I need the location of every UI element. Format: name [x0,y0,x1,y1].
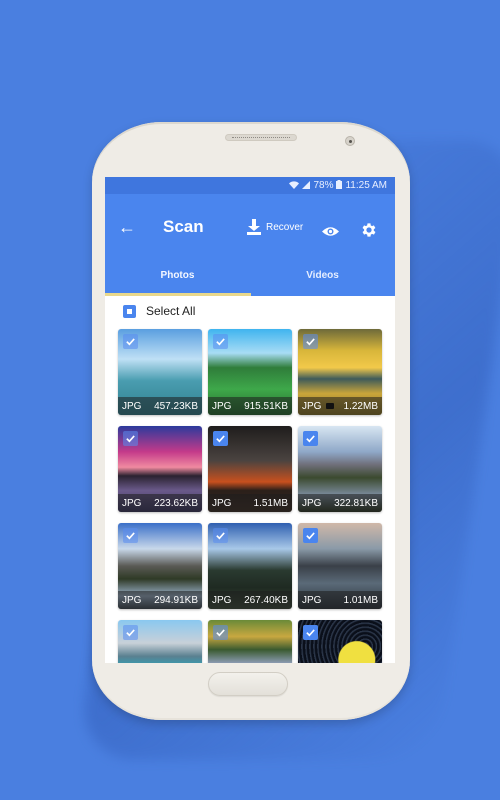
photo-thumbnail[interactable]: JPG 267.40KB [208,523,292,609]
photo-info-bar: JPG 457.23KB [118,397,202,415]
photo-info-bar: JPG 1.51MB [208,494,292,512]
photo-size-text: 294.91KB [154,594,198,606]
photo-checkbox[interactable] [213,431,228,446]
photo-size: 1.22MB [325,400,378,412]
photo-type: JPG [212,497,232,509]
battery-icon [336,180,343,191]
photo-size-text: 1.22MB [343,400,378,412]
tab-videos[interactable]: Videos [250,260,395,296]
photo-thumbnail[interactable]: JPG 322.81KB [298,426,382,512]
wifi-icon [289,180,300,191]
page-title: Scan [163,217,204,236]
tab-bar: Photos Videos [105,260,395,296]
photo-size: 915.51KB [244,401,288,412]
photo-thumbnail[interactable]: JPG 294.91KB [118,523,202,609]
photo-size: 457.23KB [154,401,198,412]
photo-size-text: 1.01MB [343,594,378,606]
photo-size: 1.01MB [344,595,378,606]
photo-checkbox[interactable] [213,334,228,349]
photo-checkbox[interactable] [213,528,228,543]
photo-checkbox[interactable] [123,528,138,543]
photo-thumbnail[interactable]: JPG 1.51MB [208,426,292,512]
clock: 11:25 AM [345,180,387,191]
photo-thumbnail[interactable] [208,620,292,663]
photo-type: JPG [302,497,322,509]
photo-type: JPG [122,497,142,509]
photo-thumbnail[interactable]: JPG 1.01MB [298,523,382,609]
phone-speaker [225,134,297,141]
tab-photos[interactable]: Photos [105,260,250,296]
photo-thumbnail[interactable] [298,620,382,663]
recover-label: Recover [266,221,304,233]
download-icon [247,219,261,235]
photo-info-bar: JPG 294.91KB [118,591,202,609]
photo-size-text: 915.51KB [244,400,288,412]
photo-checkbox[interactable] [303,334,318,349]
photo-size-text: 267.40KB [244,594,288,606]
photo-size: 322.81KB [334,498,378,509]
photo-size-text: 1.51MB [253,497,288,509]
front-camera [345,136,355,146]
app-bar: ← Scan Recover [105,194,395,260]
photo-size: 1.51MB [254,498,288,509]
photo-grid: JPG 457.23KB JPG 915.51KB JPG 1.22MB JPG 223.62… [105,326,395,663]
gear-icon[interactable] [360,221,378,239]
recover-button[interactable]: Recover [247,219,303,235]
photo-info-bar: JPG 915.51KB [208,397,292,415]
photo-type: JPG [302,594,322,606]
photo-type: JPG [212,594,232,606]
photo-thumbnail[interactable]: JPG 457.23KB [118,329,202,415]
photo-type: JPG [212,400,232,412]
select-all-label: Select All [146,304,196,318]
photo-size-text: 223.62KB [154,497,198,509]
photo-thumbnail[interactable]: JPG 1.22MB [298,329,382,415]
select-all-checkbox[interactable] [123,304,136,318]
photo-size-text: 457.23KB [154,400,198,412]
photo-checkbox[interactable] [303,625,318,640]
photo-thumbnail[interactable]: JPG 915.51KB [208,329,292,415]
home-button[interactable] [208,672,288,696]
photo-thumbnail[interactable] [118,620,202,663]
battery-percent: 78% [313,180,334,191]
photo-checkbox[interactable] [123,334,138,349]
arrow-left-icon[interactable]: ← [118,218,136,236]
photo-size: 294.91KB [154,595,198,606]
photo-type: JPG [122,400,142,412]
eye-icon[interactable] [322,224,339,236]
select-all-row[interactable]: Select All [105,296,395,326]
photo-info-bar: JPG 1.01MB [298,591,382,609]
photo-checkbox[interactable] [303,431,318,446]
status-bar: 78% 11:25 AM [105,177,395,194]
photo-checkbox[interactable] [213,625,228,640]
photo-type: JPG [302,400,322,412]
photo-info-bar: JPG 322.81KB [298,494,382,512]
photo-info-bar: JPG 223.62KB [118,494,202,512]
photo-checkbox[interactable] [123,431,138,446]
photo-size: 223.62KB [154,498,198,509]
photo-type: JPG [122,594,142,606]
camera-icon [325,403,334,409]
photo-checkbox[interactable] [303,528,318,543]
photo-size: 267.40KB [244,595,288,606]
photo-thumbnail[interactable]: JPG 223.62KB [118,426,202,512]
app-screen: 78% 11:25 AM ← Scan Recover Photos Video… [105,177,395,663]
photo-checkbox[interactable] [123,625,138,640]
photo-size-text: 322.81KB [334,497,378,509]
photo-info-bar: JPG 1.22MB [298,397,382,415]
photo-info-bar: JPG 267.40KB [208,591,292,609]
signal-icon [302,180,311,191]
tab-indicator [105,293,251,296]
